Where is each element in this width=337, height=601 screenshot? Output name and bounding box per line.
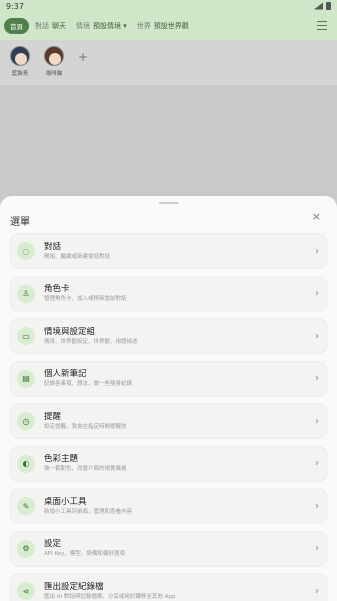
character-chip[interactable]: 咖啡貓: [40, 46, 68, 77]
share-icon: ⋖: [17, 582, 35, 600]
alarm-icon: ◷: [17, 412, 35, 430]
status-time: 9:37: [6, 1, 24, 11]
drag-handle[interactable]: [159, 202, 179, 204]
menu-item-subtitle: API Key、模型、設備和偏好選項: [44, 551, 125, 557]
menu-item-scenarios[interactable]: ▭ 情境與設定組 情境、世界觀設定、世界觀、用語描述 ›: [10, 319, 327, 353]
close-icon[interactable]: ×: [312, 210, 321, 223]
status-icons: [314, 2, 331, 10]
chevron-right-icon: ›: [315, 458, 319, 469]
chat-icon: ◌: [17, 242, 35, 260]
menu-item-title: 提醒: [44, 411, 62, 422]
menu-item-title: 色彩主題: [44, 454, 79, 464]
menu-item-chat[interactable]: ◌ 對話 開始、繼續或新建會話對話 ›: [10, 234, 327, 268]
menu-item-title: 對話: [44, 241, 62, 252]
menu-item-subtitle: 匯出 AI 對話與記錄檔案，分享或用於轉移至其他 App: [44, 593, 176, 600]
menu-item-title: 匯出設定紀錄檔: [44, 581, 104, 592]
folder-icon: ▭: [17, 327, 35, 345]
add-character-button[interactable]: +: [78, 50, 88, 64]
menu-item-title: 桌面小工具: [44, 496, 87, 507]
crumb-value: 聊天: [52, 22, 66, 30]
avatar: [10, 46, 30, 66]
chevron-right-icon: ›: [315, 288, 319, 299]
crumb-chat[interactable]: 對話 聊天: [35, 21, 66, 31]
menu-item-notes[interactable]: ▤ 個人新筆記 記錄各事項、想法，做一些隨身紀錄 ›: [10, 361, 327, 396]
menu-bottom-sheet: 選單 × ◌ 對話 開始、繼續或新建會話對話 › ♙ 角色卡 管理角色卡，加入或…: [0, 196, 337, 601]
home-chip[interactable]: 首頁: [4, 18, 29, 34]
chevron-right-icon: ›: [315, 415, 319, 427]
menu-item-settings[interactable]: ⚙ 設定 API Key、模型、設備和偏好選項 ›: [10, 531, 327, 566]
palette-icon: ◐: [17, 454, 35, 473]
menu-item-subtitle: 換一套配色，改變介面的視覺風格: [44, 466, 127, 472]
chevron-right-icon: ›: [315, 245, 319, 257]
chevron-right-icon: ›: [315, 500, 319, 512]
menu-item-title: 個人新筆記: [44, 369, 87, 379]
avatar: [44, 46, 64, 66]
menu-item-subtitle: 設定提醒，我會在指定時間提醒你: [44, 423, 127, 430]
menu-item-reminders[interactable]: ◷ 提醒 設定提醒，我會在指定時間提醒你 ›: [10, 404, 327, 438]
menu-item-subtitle: 開始、繼續或新建會話對話: [44, 253, 111, 260]
menu-icon[interactable]: [317, 21, 327, 30]
people-icon: ♙: [17, 284, 35, 303]
app-bar: 首頁 對話 聊天 情境 預設情境 ▾ 世界 預設世界觀: [0, 12, 337, 40]
chevron-right-icon: ›: [315, 585, 319, 597]
character-chip[interactable]: 藍裝青: [6, 46, 34, 77]
status-bar: 9:37: [0, 0, 337, 12]
signal-icon: [314, 2, 323, 10]
character-name: 藍裝青: [11, 71, 29, 77]
tool-icon: ✎: [17, 497, 35, 515]
character-strip: 藍裝青 咖啡貓 +: [0, 40, 337, 85]
menu-item-title: 角色卡: [44, 284, 70, 294]
menu-item-subtitle: 管理角色卡，加入或移除當前對話: [44, 296, 127, 302]
crumb-scenario[interactable]: 情境 預設情境 ▾: [76, 21, 127, 31]
crumb-value: 預設世界觀: [153, 22, 189, 30]
sheet-title: 選單: [10, 217, 30, 228]
menu-item-subtitle: 新增小工具到桌面，管理和查看內容: [44, 508, 133, 515]
character-name: 咖啡貓: [45, 71, 63, 77]
chevron-right-icon: ›: [315, 373, 319, 384]
crumb-label: 對話: [35, 22, 49, 30]
gear-icon: ⚙: [17, 539, 35, 558]
menu-item-widgets[interactable]: ✎ 桌面小工具 新增小工具到桌面，管理和查看內容 ›: [10, 489, 327, 523]
menu-item-title: 設定: [44, 539, 62, 549]
menu-list: ◌ 對話 開始、繼續或新建會話對話 › ♙ 角色卡 管理角色卡，加入或移除當前對…: [10, 234, 327, 601]
crumb-value: 預設情境 ▾: [93, 22, 127, 30]
crumb-world[interactable]: 世界 預設世界觀: [137, 21, 189, 31]
menu-item-title: 情境與設定組: [44, 326, 96, 337]
chevron-right-icon: ›: [315, 330, 319, 342]
notebook-icon: ▤: [17, 369, 35, 388]
crumb-label: 世界: [136, 22, 151, 30]
menu-item-theme[interactable]: ◐ 色彩主題 換一套配色，改變介面的視覺風格 ›: [10, 446, 327, 481]
menu-item-export[interactable]: ⋖ 匯出設定紀錄檔 匯出 AI 對話與記錄檔案，分享或用於轉移至其他 App ›: [10, 574, 327, 601]
menu-item-characters[interactable]: ♙ 角色卡 管理角色卡，加入或移除當前對話 ›: [10, 276, 327, 311]
crumb-label: 情境: [76, 22, 90, 30]
menu-item-subtitle: 記錄各事項、想法，做一些隨身紀錄: [44, 381, 133, 387]
chevron-right-icon: ›: [315, 543, 319, 554]
menu-item-subtitle: 情境、世界觀設定、世界觀、用語描述: [44, 338, 138, 345]
battery-icon: [326, 2, 331, 10]
